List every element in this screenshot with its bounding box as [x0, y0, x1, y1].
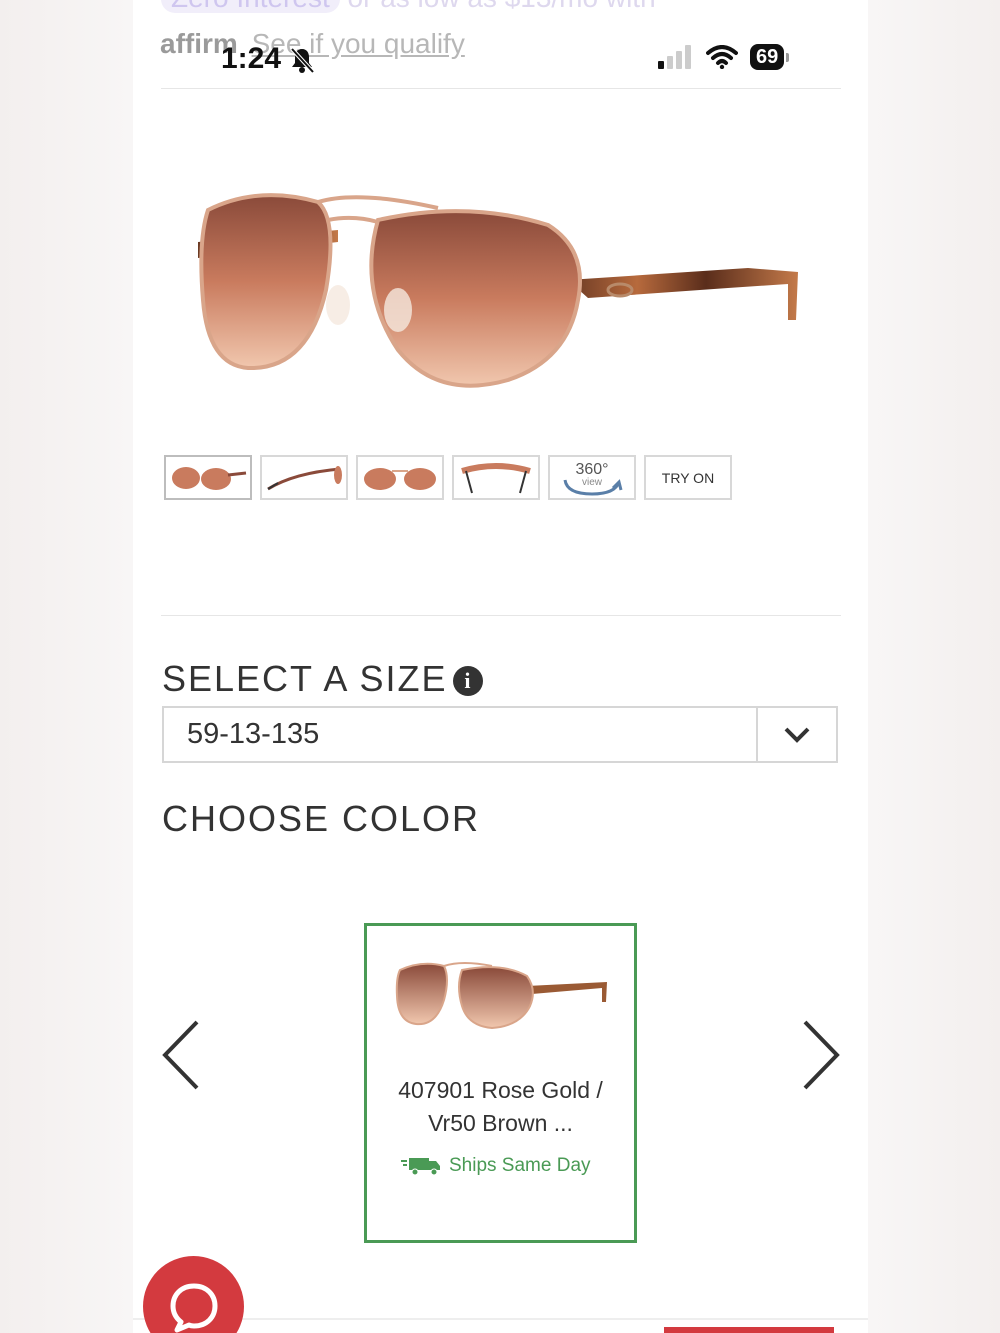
truck-icon [401, 1158, 440, 1176]
thumbnail-front-angle[interactable] [164, 455, 252, 500]
signal-icon [658, 45, 691, 69]
ships-same-day-label: Ships Same Day [449, 1155, 591, 1176]
select-size-heading: SELECT A SIZE i [162, 658, 484, 700]
color-option-image [395, 962, 607, 1030]
thumbnail-glasses-side-icon [267, 465, 342, 490]
chevron-left-icon[interactable] [159, 1018, 203, 1092]
thumbnail-top-view[interactable] [452, 455, 540, 500]
background-right [868, 0, 1000, 1333]
battery-tip [786, 52, 790, 62]
background-left [0, 0, 133, 1333]
thumbnail-front-view[interactable] [356, 455, 444, 500]
rotate-360-icon: 360° view [563, 461, 623, 496]
phone-screen: Zero Interest or as low as $13/mo with a… [133, 0, 868, 1333]
wifi-icon [706, 45, 738, 69]
thumbnail-glasses-top-icon [461, 462, 531, 493]
info-icon[interactable]: i [453, 666, 484, 697]
color-option-name: 407901 Rose Gold / Vr50 Brown ... [398, 1077, 603, 1136]
thumbnail-side-view[interactable] [260, 455, 348, 500]
affirm-qualify-link[interactable]: See if you qualify [252, 28, 465, 59]
chat-button[interactable] [143, 1256, 244, 1333]
status-time: 1:24 [221, 42, 282, 75]
thumbnail-strip: 360° view TRY ON [164, 455, 732, 500]
top-divider [161, 88, 841, 89]
try-on-button[interactable]: TRY ON [644, 455, 732, 500]
chevron-down-icon[interactable] [756, 708, 836, 761]
color-option-selected[interactable]: 407901 Rose Gold / Vr50 Brown ... Ships … [364, 923, 637, 1243]
affirm-pill: Zero Interest [161, 0, 340, 13]
status-right: 69 [658, 44, 790, 70]
thumbnail-glasses-front-icon [364, 467, 436, 490]
try-on-label: TRY ON [661, 469, 715, 486]
affirm-banner-top: Zero Interest or as low as $13/mo with [161, 0, 656, 14]
section-divider [161, 615, 841, 616]
battery-icon: 69 [750, 44, 785, 70]
affirm-top-text: or as low as $13/mo with [348, 0, 656, 13]
bottom-divider [133, 1318, 868, 1320]
thumbnail-360-view[interactable]: 360° view [548, 455, 636, 500]
select-size-title: SELECT A SIZE [162, 658, 448, 699]
choose-color-title: CHOOSE COLOR [162, 798, 481, 839]
size-selected-value: 59-13-135 [187, 718, 320, 750]
thumbnail-glasses-icon [172, 466, 247, 490]
ships-same-day: Ships Same Day [401, 1155, 591, 1177]
thumbnail-360-label: 360° [575, 461, 608, 478]
thumbnail-view-label: view [582, 477, 603, 488]
product-main-image[interactable] [188, 180, 808, 410]
chevron-right-icon[interactable] [799, 1018, 843, 1092]
add-to-cart-bar[interactable] [664, 1327, 834, 1333]
size-dropdown[interactable]: 59-13-135 [162, 706, 838, 763]
bell-slash-icon [290, 47, 315, 74]
chat-bubble-icon [170, 1283, 217, 1332]
